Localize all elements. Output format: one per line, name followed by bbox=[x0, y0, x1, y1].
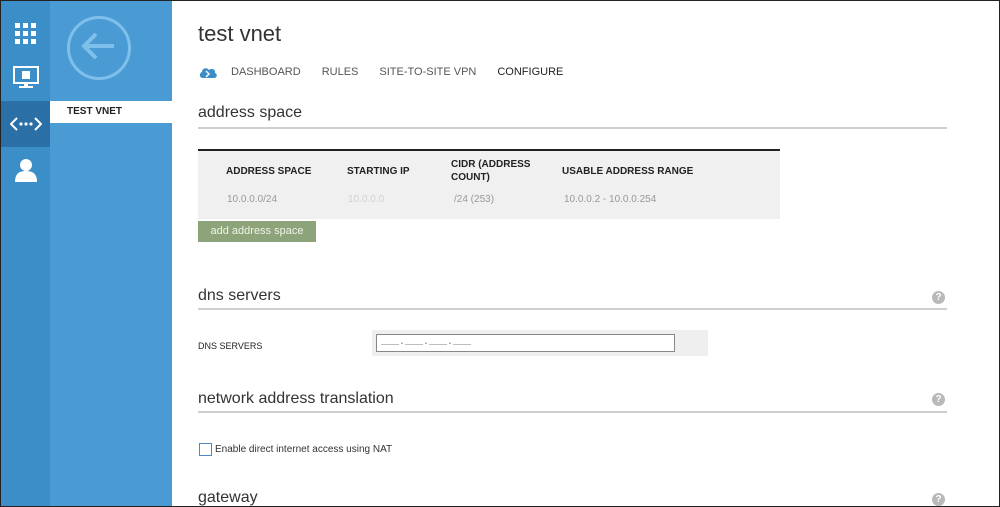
monitor-icon bbox=[12, 66, 39, 90]
subnav-item-test-vnet[interactable]: TEST VNET bbox=[50, 101, 172, 123]
dns-servers-divider bbox=[198, 308, 947, 310]
back-arrow-icon bbox=[81, 31, 117, 66]
rail-item-virtual-machines[interactable] bbox=[1, 55, 50, 101]
dns-help-icon[interactable]: ? bbox=[932, 291, 945, 304]
column-header-cidr-line-1: CIDR (ADDRESS bbox=[451, 159, 531, 170]
address-space-heading: address space bbox=[198, 104, 303, 121]
nat-checkbox-label[interactable]: Enable direct internet access using NAT bbox=[215, 444, 392, 455]
nat-checkbox[interactable] bbox=[199, 443, 212, 456]
network-icon bbox=[9, 116, 42, 132]
rail-item-users[interactable] bbox=[1, 147, 50, 193]
address-space-table: ADDRESS SPACE STARTING IP CIDR (ADDRESS … bbox=[198, 149, 780, 219]
cloud-network-icon bbox=[198, 65, 218, 79]
gateway-help-icon[interactable]: ? bbox=[932, 493, 945, 506]
tab-site-to-site-vpn[interactable]: SITE-TO-SITE VPN bbox=[379, 66, 476, 78]
address-space-divider bbox=[198, 127, 947, 129]
grid-icon bbox=[14, 23, 37, 45]
main-content: test vnet DASHBOARD RULES SITE-TO-SITE V… bbox=[172, 1, 999, 506]
cell-starting-ip[interactable]: 10.0.0.0 bbox=[348, 194, 384, 205]
nat-divider bbox=[198, 411, 947, 413]
rail-item-all-items[interactable] bbox=[1, 11, 50, 57]
dns-server-input[interactable]: ___.___.___.___ bbox=[376, 334, 675, 352]
page-title: test vnet bbox=[198, 21, 282, 46]
left-rail bbox=[1, 1, 50, 506]
cell-usable-range: 10.0.0.2 - 10.0.0.254 bbox=[564, 194, 657, 205]
rail-item-networks[interactable] bbox=[1, 101, 50, 147]
column-header-starting-ip: STARTING IP bbox=[347, 166, 410, 177]
tab-dashboard[interactable]: DASHBOARD bbox=[231, 66, 301, 78]
dns-servers-heading: dns servers bbox=[198, 287, 281, 304]
app-window: TEST VNET test vnet DASHBOARD RULES SITE… bbox=[0, 0, 1000, 507]
dns-servers-label: DNS SERVERS bbox=[198, 341, 263, 351]
cell-address-space[interactable]: 10.0.0.0/24 bbox=[227, 194, 277, 205]
column-header-address-space: ADDRESS SPACE bbox=[226, 166, 312, 177]
nat-help-icon[interactable]: ? bbox=[932, 393, 945, 406]
nat-heading: network address translation bbox=[198, 390, 394, 407]
tab-rules[interactable]: RULES bbox=[322, 66, 359, 78]
column-header-cidr: CIDR (ADDRESS COUNT) bbox=[451, 158, 530, 184]
tab-configure[interactable]: CONFIGURE bbox=[497, 66, 563, 78]
back-button[interactable] bbox=[67, 16, 131, 80]
column-header-usable-range: USABLE ADDRESS RANGE bbox=[562, 166, 694, 177]
sub-navigation: TEST VNET bbox=[50, 1, 172, 506]
tab-bar: DASHBOARD RULES SITE-TO-SITE VPN CONFIGU… bbox=[198, 65, 584, 79]
gateway-heading: gateway bbox=[198, 489, 258, 506]
column-header-cidr-line-2: COUNT) bbox=[451, 172, 490, 183]
add-address-space-button[interactable]: add address space bbox=[198, 221, 316, 242]
user-icon bbox=[14, 158, 38, 182]
cell-cidr[interactable]: /24 (253) bbox=[454, 194, 494, 205]
